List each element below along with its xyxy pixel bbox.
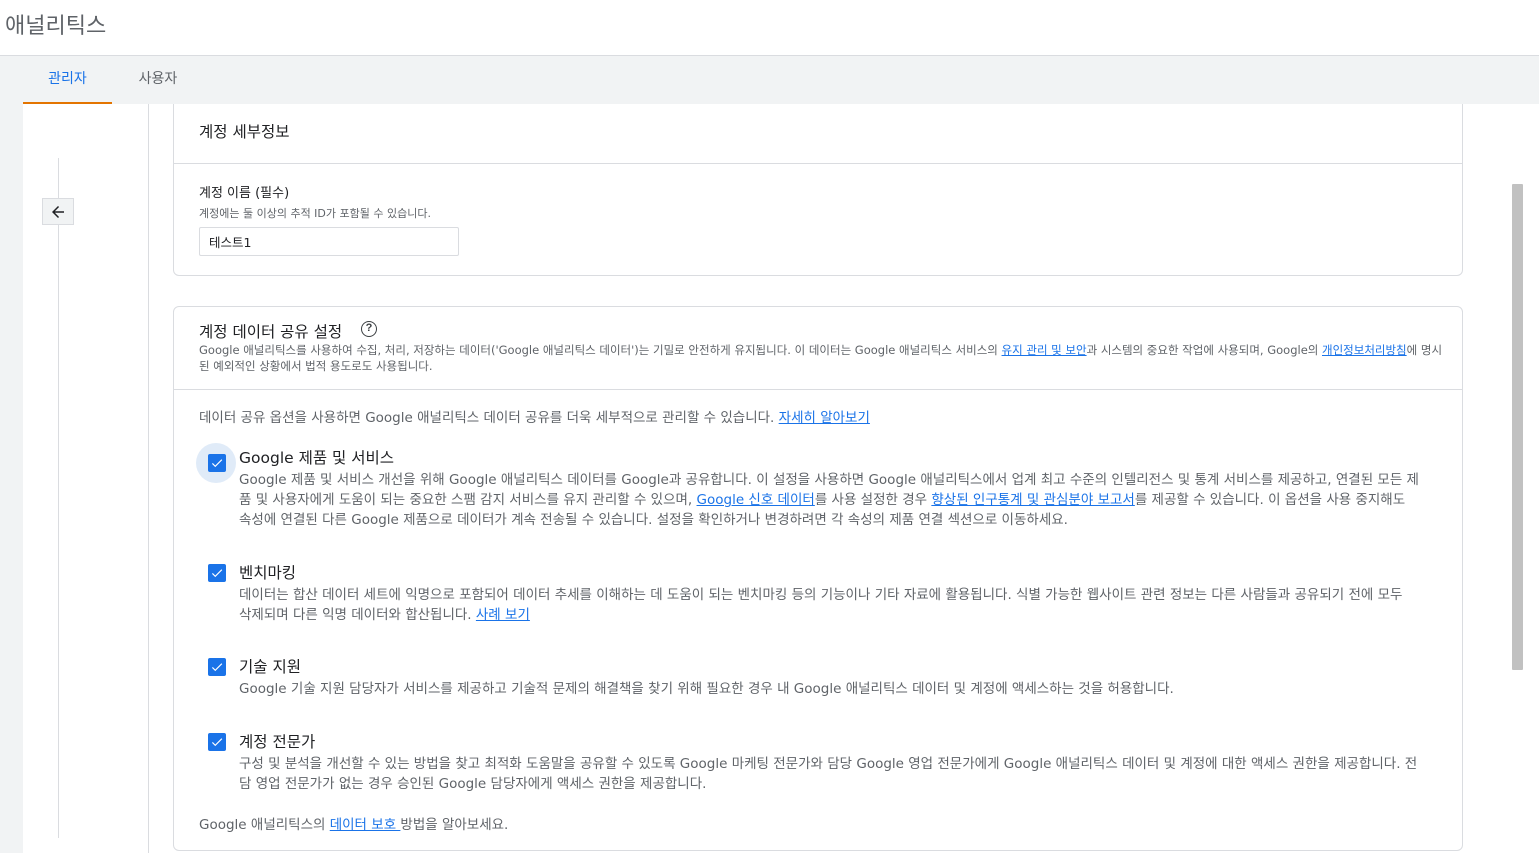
link-learn-more[interactable]: 자세히 알아보기 bbox=[779, 410, 870, 426]
option-description: 구성 및 분석을 개선할 수 있는 방법을 찾고 최적화 도움말을 공유할 수 … bbox=[239, 756, 1418, 792]
desc-text: 를 사용 설정한 경우 bbox=[814, 492, 932, 508]
checkbox-google-products[interactable] bbox=[208, 454, 226, 472]
checkbox-technical-support[interactable] bbox=[208, 658, 226, 676]
app-title: 애널리틱스 bbox=[5, 14, 107, 39]
option-title: 계정 전문가 bbox=[239, 733, 316, 751]
checkmark-icon bbox=[211, 459, 223, 468]
option-description: 데이터는 합산 데이터 세트에 익명으로 포함되어 데이터 추세를 이해하는 데… bbox=[239, 585, 1419, 625]
data-sharing-title: 계정 데이터 공유 설정 bbox=[199, 323, 343, 341]
account-details-title: 계정 세부정보 bbox=[199, 123, 290, 141]
desc-text: Google 애널리틱스를 사용하여 수집, 처리, 저장하는 데이터('Goo… bbox=[199, 343, 1002, 357]
arrow-left-icon bbox=[52, 205, 64, 218]
option-description: Google 제품 및 서비스 개선을 위해 Google 애널리틱스 데이터를… bbox=[239, 470, 1419, 530]
intro-text: 데이터 공유 옵션을 사용하면 Google 애널리틱스 데이터 공유를 더욱 … bbox=[199, 410, 779, 426]
checkmark-icon bbox=[211, 738, 223, 747]
link-privacy-policy[interactable]: 개인정보처리방침 bbox=[1322, 343, 1407, 357]
panel-divider bbox=[148, 104, 149, 853]
tab-bar: 관리자 사용자 bbox=[0, 56, 1539, 104]
link-demographics-reports[interactable]: 향상된 인구통계 및 관심분야 보고서 bbox=[931, 492, 1134, 508]
data-protection-note: Google 애널리틱스의 데이터 보호 방법을 알아보세요. bbox=[199, 813, 508, 833]
checkbox-benchmarking[interactable] bbox=[208, 564, 226, 582]
top-app-bar: 애널리틱스 bbox=[0, 0, 1539, 56]
tab-users[interactable]: 사용자 bbox=[112, 56, 204, 104]
data-sharing-card: 계정 데이터 공유 설정 ? Google 애널리틱스를 사용하여 수집, 처리… bbox=[173, 306, 1463, 851]
data-sharing-header: 계정 데이터 공유 설정 ? Google 애널리틱스를 사용하여 수집, 처리… bbox=[174, 307, 1462, 390]
checkbox-account-specialists[interactable] bbox=[208, 733, 226, 751]
desc-text: 과 시스템의 중요한 작업에 사용되며, Google의 bbox=[1086, 343, 1322, 357]
option-title: Google 제품 및 서비스 bbox=[239, 449, 395, 467]
account-name-label: 계정 이름 (필수) bbox=[199, 186, 290, 201]
data-sharing-description: Google 애널리틱스를 사용하여 수집, 처리, 저장하는 데이터('Goo… bbox=[199, 342, 1444, 374]
account-name-help: 계정에는 둘 이상의 추적 ID가 포함될 수 있습니다. bbox=[199, 207, 431, 220]
back-button[interactable] bbox=[42, 198, 74, 225]
scrollbar-thumb[interactable] bbox=[1512, 184, 1523, 670]
account-details-card: 계정 세부정보 계정 이름 (필수) 계정에는 둘 이상의 추적 ID가 포함될… bbox=[173, 104, 1463, 276]
tab-admin[interactable]: 관리자 bbox=[23, 56, 112, 104]
account-name-input[interactable] bbox=[199, 227, 459, 256]
stepper-line bbox=[58, 158, 59, 838]
option-title: 기술 지원 bbox=[239, 658, 301, 676]
link-see-examples[interactable]: 사례 보기 bbox=[476, 607, 530, 623]
checkmark-icon bbox=[211, 663, 223, 672]
option-description: Google 기술 지원 담당자가 서비스를 제공하고 기술적 문제의 해결책을… bbox=[239, 681, 1174, 697]
option-title: 벤치마킹 bbox=[239, 564, 297, 582]
main-content: 계정 세부정보 계정 이름 (필수) 계정에는 둘 이상의 추적 ID가 포함될… bbox=[23, 104, 1539, 853]
link-data-protection[interactable]: 데이터 보호 bbox=[330, 817, 401, 833]
account-details-header: 계정 세부정보 bbox=[174, 104, 1462, 164]
link-google-signals[interactable]: Google 신호 데이터 bbox=[697, 492, 815, 508]
desc-text: 데이터는 합산 데이터 세트에 익명으로 포함되어 데이터 추세를 이해하는 데… bbox=[239, 587, 1403, 623]
checkmark-icon bbox=[211, 569, 223, 578]
footer-text: Google 애널리틱스의 bbox=[199, 817, 330, 833]
footer-text: 방법을 알아보세요. bbox=[400, 817, 509, 833]
data-sharing-intro: 데이터 공유 옵션을 사용하면 Google 애널리틱스 데이터 공유를 더욱 … bbox=[199, 406, 870, 426]
link-maintenance-security[interactable]: 유지 관리 및 보안 bbox=[1002, 343, 1087, 357]
help-circle-icon[interactable]: ? bbox=[361, 321, 377, 337]
